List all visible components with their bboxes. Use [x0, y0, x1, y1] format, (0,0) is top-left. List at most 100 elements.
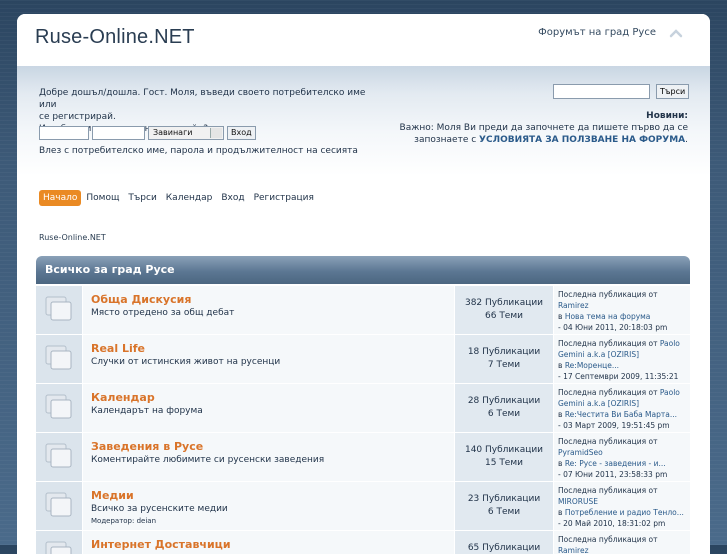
register-link[interactable]: се регистрирай. — [39, 111, 379, 123]
board-stats: 140 Публикации 15 Теми — [455, 433, 553, 482]
board-icon-cell — [36, 531, 82, 554]
session-duration-select[interactable]: Завинаги — [148, 126, 224, 140]
last-post-label: Последна публикация — [558, 339, 647, 348]
board-no-new-posts-icon — [45, 443, 72, 468]
board-info: Медии Всичко за русенските медии Модерат… — [83, 482, 454, 531]
board-icon-cell — [36, 433, 82, 482]
board-stats: 18 Публикации 7 Теми — [455, 335, 553, 384]
last-post-author-link[interactable]: Ramirez — [558, 546, 589, 554]
board-row: Интернет Доставчици 65 Публикации Послед… — [36, 531, 690, 554]
chevron-up-icon[interactable] — [668, 25, 684, 41]
last-post-label: Последна публикация — [558, 388, 647, 397]
board-row: Медии Всичко за русенските медии Модерат… — [36, 482, 690, 531]
menu-item-search[interactable]: Търси — [124, 190, 160, 206]
last-post-in-prefix: в — [558, 312, 563, 321]
board-name-link[interactable]: Медии — [91, 489, 134, 502]
board-stats: 382 Публикации 66 Теми — [455, 286, 553, 335]
board-row: Заведения в Русе Коментирайте любимите с… — [36, 433, 690, 482]
news-line: Важно: Моля Ви преди да започнете да пиш… — [399, 123, 688, 133]
board-stats: 65 Публикации — [455, 531, 553, 554]
menu-item-calendar[interactable]: Календар — [162, 190, 217, 206]
last-post-topic-link[interactable]: Потребление и радио Тенло... — [565, 508, 684, 517]
board-description: Случки от истинския живот на русенци — [91, 357, 281, 367]
last-post-by-prefix: от — [648, 339, 658, 348]
welcome-line: Добре дошъл/дошла. Гост. Моля, въведи св… — [39, 88, 366, 110]
board-no-new-posts-icon — [45, 492, 72, 517]
board-stats: 23 Публикации 6 Теми — [455, 482, 553, 531]
board-icon-cell — [36, 482, 82, 531]
board-row: Real Life Случки от истинския живот на р… — [36, 335, 690, 392]
last-post-by-prefix: от — [648, 535, 658, 544]
board-info: Real Life Случки от истинския живот на р… — [83, 335, 454, 384]
last-post-by-prefix: от — [648, 388, 658, 397]
board-no-new-posts-icon — [45, 345, 72, 370]
last-post-date: - 03 Март 2009, 19:51:45 pm — [558, 421, 670, 430]
terms-link[interactable]: УСЛОВИЯТА ЗА ПОЛЗВАНЕ НА ФОРУМА — [479, 135, 685, 145]
board-icon-cell — [36, 384, 82, 433]
board-name-link[interactable]: Заведения в Русе — [91, 440, 203, 453]
breadcrumb[interactable]: Ruse-Online.NET — [39, 233, 106, 242]
last-post-author-link[interactable]: Ramirez — [558, 301, 589, 310]
session-duration-value: Завинаги — [153, 128, 193, 137]
login-form: Завинаги Вход — [39, 125, 256, 141]
menu-item-login[interactable]: Вход — [217, 190, 248, 206]
board-last-post: Последна публикация от Paolo Gemini a.k.… — [554, 335, 690, 392]
board-posts-count: 18 Публикации — [467, 347, 541, 357]
board-last-post: Последна публикация от Ramirez в Нова те… — [554, 286, 690, 335]
last-post-by-prefix: от — [648, 486, 658, 495]
board-name-link[interactable]: Обща Дискусия — [91, 293, 191, 306]
last-post-text: Последна публикация от Paolo Gemini a.k.… — [558, 387, 690, 431]
board-row: Календар Календарът на форума 28 Публика… — [36, 384, 690, 433]
board-name-link[interactable]: Real Life — [91, 342, 145, 355]
forum-wrapper: Ruse-Online.NET Форумът на град Русе Доб… — [17, 14, 710, 554]
news-line-suffix: . — [685, 135, 688, 145]
board-topics-count: 6 Теми — [487, 409, 521, 419]
last-post-by-prefix: от — [648, 290, 658, 299]
board-topics-count: 66 Теми — [485, 311, 523, 321]
menu-item-help[interactable]: Помощ — [82, 190, 123, 206]
board-posts-count: 140 Публикации — [464, 445, 544, 455]
site-slogan: Форумът на град Русе — [538, 27, 656, 38]
last-post-author-link[interactable]: PyramidSeo — [558, 448, 603, 457]
last-post-topic-link[interactable]: Нова тема на форума — [565, 312, 651, 321]
login-button[interactable]: Вход — [227, 126, 256, 140]
last-post-in-prefix: в — [558, 508, 563, 517]
search-input[interactable] — [553, 84, 650, 99]
session-note: Влез с потребителско име, парола и продъ… — [39, 146, 358, 156]
board-last-post: Последна публикация от Ramirez — [554, 531, 690, 554]
board-topics-count: 6 Теми — [487, 507, 521, 517]
board-description: Място отредено за общ дебат — [91, 308, 235, 318]
last-post-label: Последна публикация — [558, 535, 647, 544]
password-input[interactable] — [92, 126, 145, 140]
board-info: Обща Дискусия Място отредено за общ деба… — [83, 286, 454, 335]
board-no-new-posts-icon — [45, 296, 72, 321]
last-post-text: Последна публикация от MIRORUSE в Потреб… — [558, 485, 690, 529]
last-post-author-link[interactable]: MIRORUSE — [558, 497, 598, 506]
board-posts-count: 382 Публикации — [464, 298, 544, 308]
last-post-topic-link[interactable]: Re:Моренце... — [565, 361, 619, 370]
menu-item-register[interactable]: Регистрация — [250, 190, 318, 206]
last-post-topic-link[interactable]: Re: Русе - заведения - и... — [565, 459, 666, 468]
board-info: Интернет Доставчици — [83, 531, 454, 554]
board-no-new-posts-icon — [45, 394, 72, 419]
board-stats: 28 Публикации 6 Теми — [455, 384, 553, 433]
board-info: Заведения в Русе Коментирайте любимите с… — [83, 433, 454, 482]
user-panel: Добре дошъл/дошла. Гост. Моля, въведи св… — [17, 66, 710, 176]
menu-item-home[interactable]: Начало — [39, 190, 82, 206]
username-input[interactable] — [39, 126, 89, 140]
category-title[interactable]: Всичко за град Русе — [45, 263, 175, 276]
search-button[interactable]: Търси — [656, 84, 690, 99]
forum-header: Ruse-Online.NET Форумът на град Русе — [17, 14, 710, 66]
board-description: Коментирайте любимите си русенски заведе… — [91, 455, 325, 465]
last-post-text: Последна публикация от Ramirez в Нова те… — [558, 289, 690, 333]
board-moderator[interactable]: Модератор: deian — [91, 517, 156, 525]
board-name-link[interactable]: Календар — [91, 391, 155, 404]
board-posts-count: 23 Публикации — [467, 494, 541, 504]
last-post-topic-link[interactable]: Re:Честита Ви Баба Марта... — [565, 410, 677, 419]
board-topics-count: 7 Теми — [487, 360, 521, 370]
last-post-text: Последна публикация от Ramirez — [558, 534, 690, 554]
site-title[interactable]: Ruse-Online.NET — [35, 26, 195, 49]
news-line-2: запознаете с УСЛОВИЯТА ЗА ПОЛЗВАНЕ НА ФО… — [398, 134, 688, 146]
board-row: Обща Дискусия Място отредено за общ деба… — [36, 286, 690, 335]
board-icon-cell — [36, 335, 82, 384]
